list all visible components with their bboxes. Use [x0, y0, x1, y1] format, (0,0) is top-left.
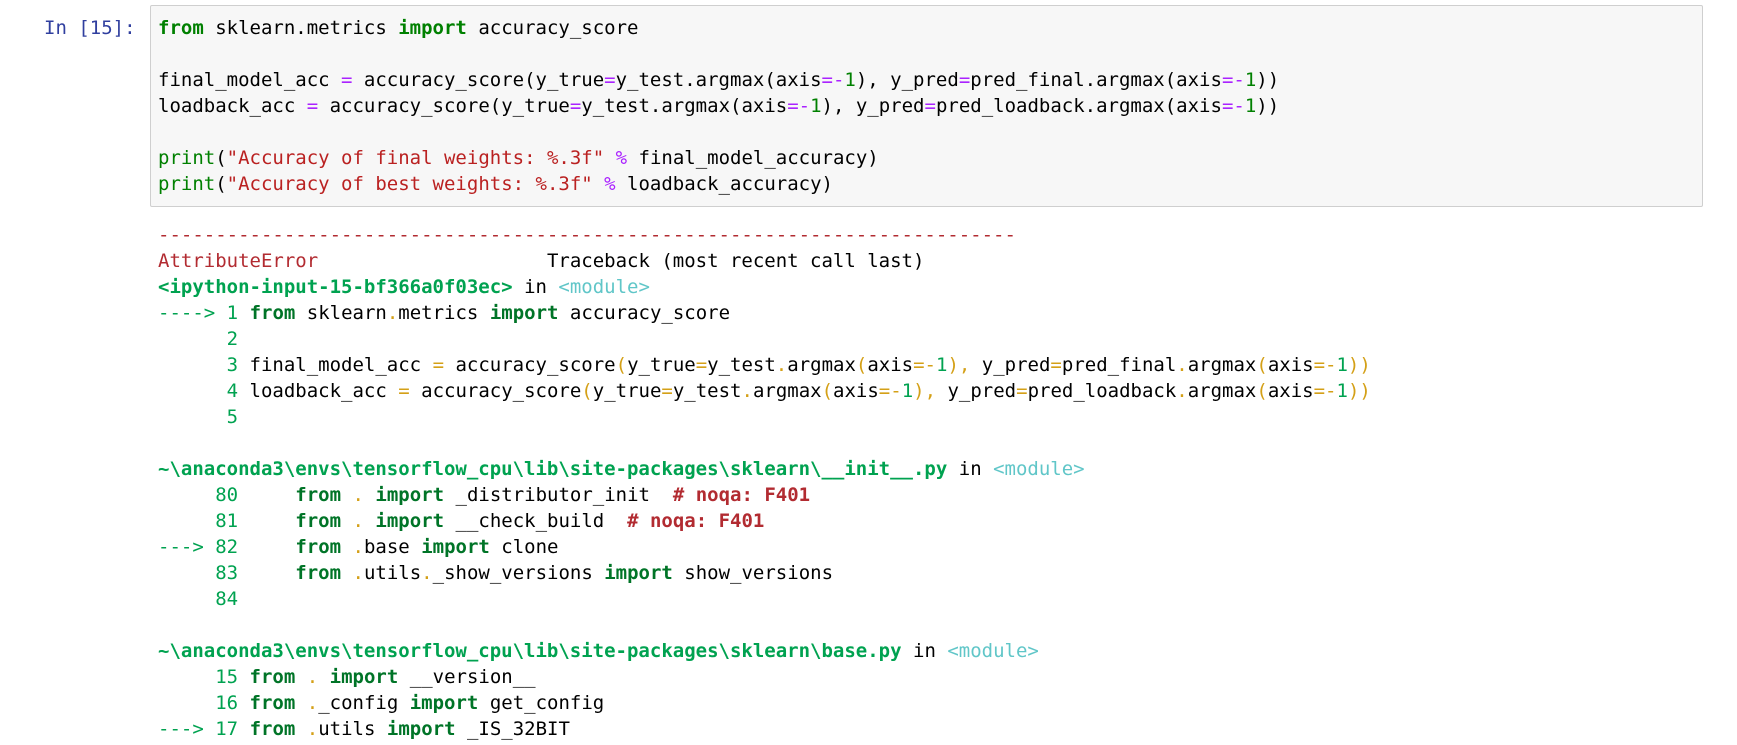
frame-3-line-16: 16 from ._config import get_config: [215, 692, 605, 714]
frame-1-line-4: 4 loadback_acc = accuracy_score(y_true=y…: [226, 380, 1371, 402]
frame-scope: <module>: [947, 640, 1039, 662]
code-line-1: from sklearn.metrics import accuracy_sco…: [158, 17, 639, 39]
frame-scope: <module>: [993, 458, 1085, 480]
code-line-4: loadback_acc = accuracy_score(y_true=y_t…: [158, 95, 1280, 117]
frame-1-line-1: ----> 1 from sklearn.metrics import accu…: [158, 302, 731, 324]
frame-location: ~\anaconda3\envs\tensorflow_cpu\lib\site…: [158, 458, 948, 480]
frame-3-line-17: ---> 17 from .utils import _IS_32BIT: [158, 718, 570, 740]
error-output: ----------------------------------------…: [158, 222, 1371, 742]
code-line-6: print("Accuracy of final weights: %.3f" …: [158, 147, 879, 169]
frame-1-line-3: 3 final_model_acc = accuracy_score(y_tru…: [226, 354, 1371, 376]
frame-location: ~\anaconda3\envs\tensorflow_cpu\lib\site…: [158, 640, 902, 662]
error-type: AttributeError: [158, 250, 319, 272]
frame-scope: <module>: [558, 276, 650, 298]
frame-3-line-15: 15 from . import __version__: [215, 666, 536, 688]
code-line-3: final_model_acc = accuracy_score(y_true=…: [158, 69, 1280, 91]
frame-1-line-5: 5: [226, 406, 239, 428]
frame-2-line-81: 81 from . import __check_build # noqa: F…: [215, 510, 765, 532]
code-line-7: print("Accuracy of best weights: %.3f" %…: [158, 173, 833, 195]
traceback-divider: ----------------------------------------…: [158, 224, 1016, 246]
frame-2-line-82: ---> 82 from .base import clone: [158, 536, 559, 558]
code-editor[interactable]: from sklearn.metrics import accuracy_sco…: [158, 15, 1279, 197]
traceback-header: AttributeError Traceback (most recent ca…: [158, 250, 924, 272]
frame-2-line-83: 83 from .utils._show_versions import sho…: [215, 562, 834, 584]
frame-2-header: ~\anaconda3\envs\tensorflow_cpu\lib\site…: [158, 458, 1085, 480]
input-prompt: In [15]:: [44, 17, 136, 39]
frame-2-line-80: 80 from . import _distributor_init # noq…: [215, 484, 811, 506]
notebook-cell: In [15]: from sklearn.metrics import acc…: [0, 0, 1737, 745]
frame-1-line-2: 2: [226, 328, 239, 350]
frame-2-line-84: 84: [215, 588, 239, 610]
frame-location: <ipython-input-15-bf366a0f03ec>: [158, 276, 513, 298]
frame-1-header: <ipython-input-15-bf366a0f03ec> in <modu…: [158, 276, 650, 298]
traceback-header-right: Traceback (most recent call last): [546, 250, 925, 272]
frame-3-header: ~\anaconda3\envs\tensorflow_cpu\lib\site…: [158, 640, 1039, 662]
